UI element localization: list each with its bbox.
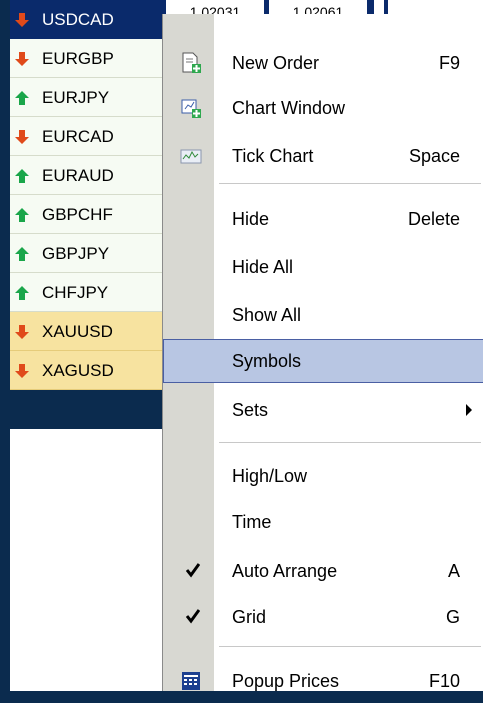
- symbol-name: XAGUSD: [42, 361, 114, 380]
- menu-separator: [219, 646, 481, 647]
- ask-price: 1.02061: [269, 0, 367, 14]
- menu-separator: [219, 183, 481, 184]
- symbol-name: EURJPY: [42, 88, 110, 107]
- symbol-row-gbpchf[interactable]: GBPCHF: [10, 195, 162, 234]
- menu-item-shortcut: F10: [428, 671, 460, 691]
- symbol-row-euraud[interactable]: EURAUD: [10, 156, 162, 195]
- down-arrow-icon: [15, 52, 29, 66]
- symbol-row-gbpjpy[interactable]: GBPJPY: [10, 234, 162, 273]
- symbol-name: EURCAD: [42, 127, 114, 146]
- chart-window-icon: [181, 99, 201, 118]
- market-watch-list: USDCAD EURGBP EURJPY EURCAD EURAUD GBPCH…: [10, 0, 162, 390]
- symbol-row-eurgbp[interactable]: EURGBP: [10, 39, 162, 78]
- menu-item-label: Chart Window: [232, 98, 346, 118]
- up-arrow-icon: [15, 91, 29, 105]
- menu-item-time[interactable]: Time: [163, 500, 483, 544]
- menu-item-tick-chart[interactable]: Tick Chart Space: [163, 134, 483, 178]
- submenu-arrow-icon: [466, 404, 472, 416]
- menu-item-shortcut: Space: [408, 146, 460, 166]
- up-arrow-icon: [15, 286, 29, 300]
- symbol-row-eurjpy[interactable]: EURJPY: [10, 78, 162, 117]
- chart-preview: [388, 0, 483, 14]
- bid-price: 1.02031: [166, 0, 264, 14]
- menu-item-hide[interactable]: Hide Delete: [163, 197, 483, 241]
- symbol-row-eurcad[interactable]: EURCAD: [10, 117, 162, 156]
- down-arrow-icon: [15, 130, 29, 144]
- symbol-row-usdcad[interactable]: USDCAD: [10, 0, 162, 39]
- checkmark-icon: [186, 609, 200, 624]
- down-arrow-icon: [15, 13, 29, 27]
- down-arrow-icon: [15, 325, 29, 339]
- context-menu: New Order F9 Chart Window Tick Chart Spa…: [162, 14, 483, 691]
- symbol-row-xauusd[interactable]: XAUUSD: [10, 312, 162, 351]
- menu-item-label: High/Low: [232, 466, 308, 486]
- menu-item-show-all[interactable]: Show All: [163, 293, 483, 337]
- symbol-row-chfjpy[interactable]: CHFJPY: [10, 273, 162, 312]
- menu-item-grid[interactable]: Grid G: [163, 595, 483, 639]
- menu-item-label: Show All: [232, 305, 302, 325]
- menu-item-new-order[interactable]: New Order F9: [163, 41, 483, 85]
- menu-item-shortcut: A: [447, 561, 460, 581]
- list-empty-area: [10, 429, 162, 691]
- menu-item-symbols[interactable]: Symbols: [163, 339, 483, 383]
- menu-item-label: Popup Prices: [232, 671, 340, 691]
- new-order-icon: [182, 52, 201, 73]
- menu-item-shortcut: G: [445, 607, 460, 627]
- menu-item-label: Sets: [232, 400, 269, 420]
- symbol-name: CHFJPY: [42, 283, 109, 302]
- menu-item-label: Tick Chart: [232, 146, 314, 166]
- price-strip: 1.02031 1.02061: [162, 0, 483, 14]
- down-arrow-icon: [15, 364, 29, 378]
- scroll-indicator: [374, 0, 384, 14]
- window-edge: [0, 0, 10, 691]
- symbol-name: EURGBP: [42, 49, 114, 68]
- menu-item-auto-arrange[interactable]: Auto Arrange A: [163, 549, 483, 593]
- symbol-name: USDCAD: [42, 10, 114, 29]
- menu-item-shortcut: Delete: [407, 209, 460, 229]
- menu-item-chart-window[interactable]: Chart Window: [163, 86, 483, 130]
- menu-item-label: Auto Arrange: [232, 561, 338, 581]
- checkmark-icon: [186, 563, 200, 578]
- menu-item-label: Time: [232, 512, 272, 532]
- up-arrow-icon: [15, 169, 29, 183]
- menu-item-label: Symbols: [232, 351, 302, 371]
- menu-item-high-low[interactable]: High/Low: [163, 454, 483, 498]
- symbol-name: XAUUSD: [42, 322, 113, 341]
- up-arrow-icon: [15, 208, 29, 222]
- menu-item-sets[interactable]: Sets: [163, 388, 483, 432]
- menu-item-label: Grid: [232, 607, 267, 627]
- menu-item-label: Hide All: [232, 257, 294, 277]
- menu-item-popup-prices[interactable]: Popup Prices F10: [163, 659, 483, 703]
- menu-item-label: New Order: [232, 53, 320, 73]
- symbol-name: EURAUD: [42, 166, 114, 185]
- menu-item-label: Hide: [232, 209, 270, 229]
- symbol-name: GBPJPY: [42, 244, 110, 263]
- symbol-name: GBPCHF: [42, 205, 113, 224]
- symbol-row-xagusd[interactable]: XAGUSD: [10, 351, 162, 390]
- tick-chart-icon: [180, 149, 202, 164]
- menu-item-hide-all[interactable]: Hide All: [163, 245, 483, 289]
- popup-prices-icon: [182, 672, 200, 690]
- up-arrow-icon: [15, 247, 29, 261]
- menu-item-shortcut: F9: [438, 53, 460, 73]
- menu-separator: [219, 442, 481, 443]
